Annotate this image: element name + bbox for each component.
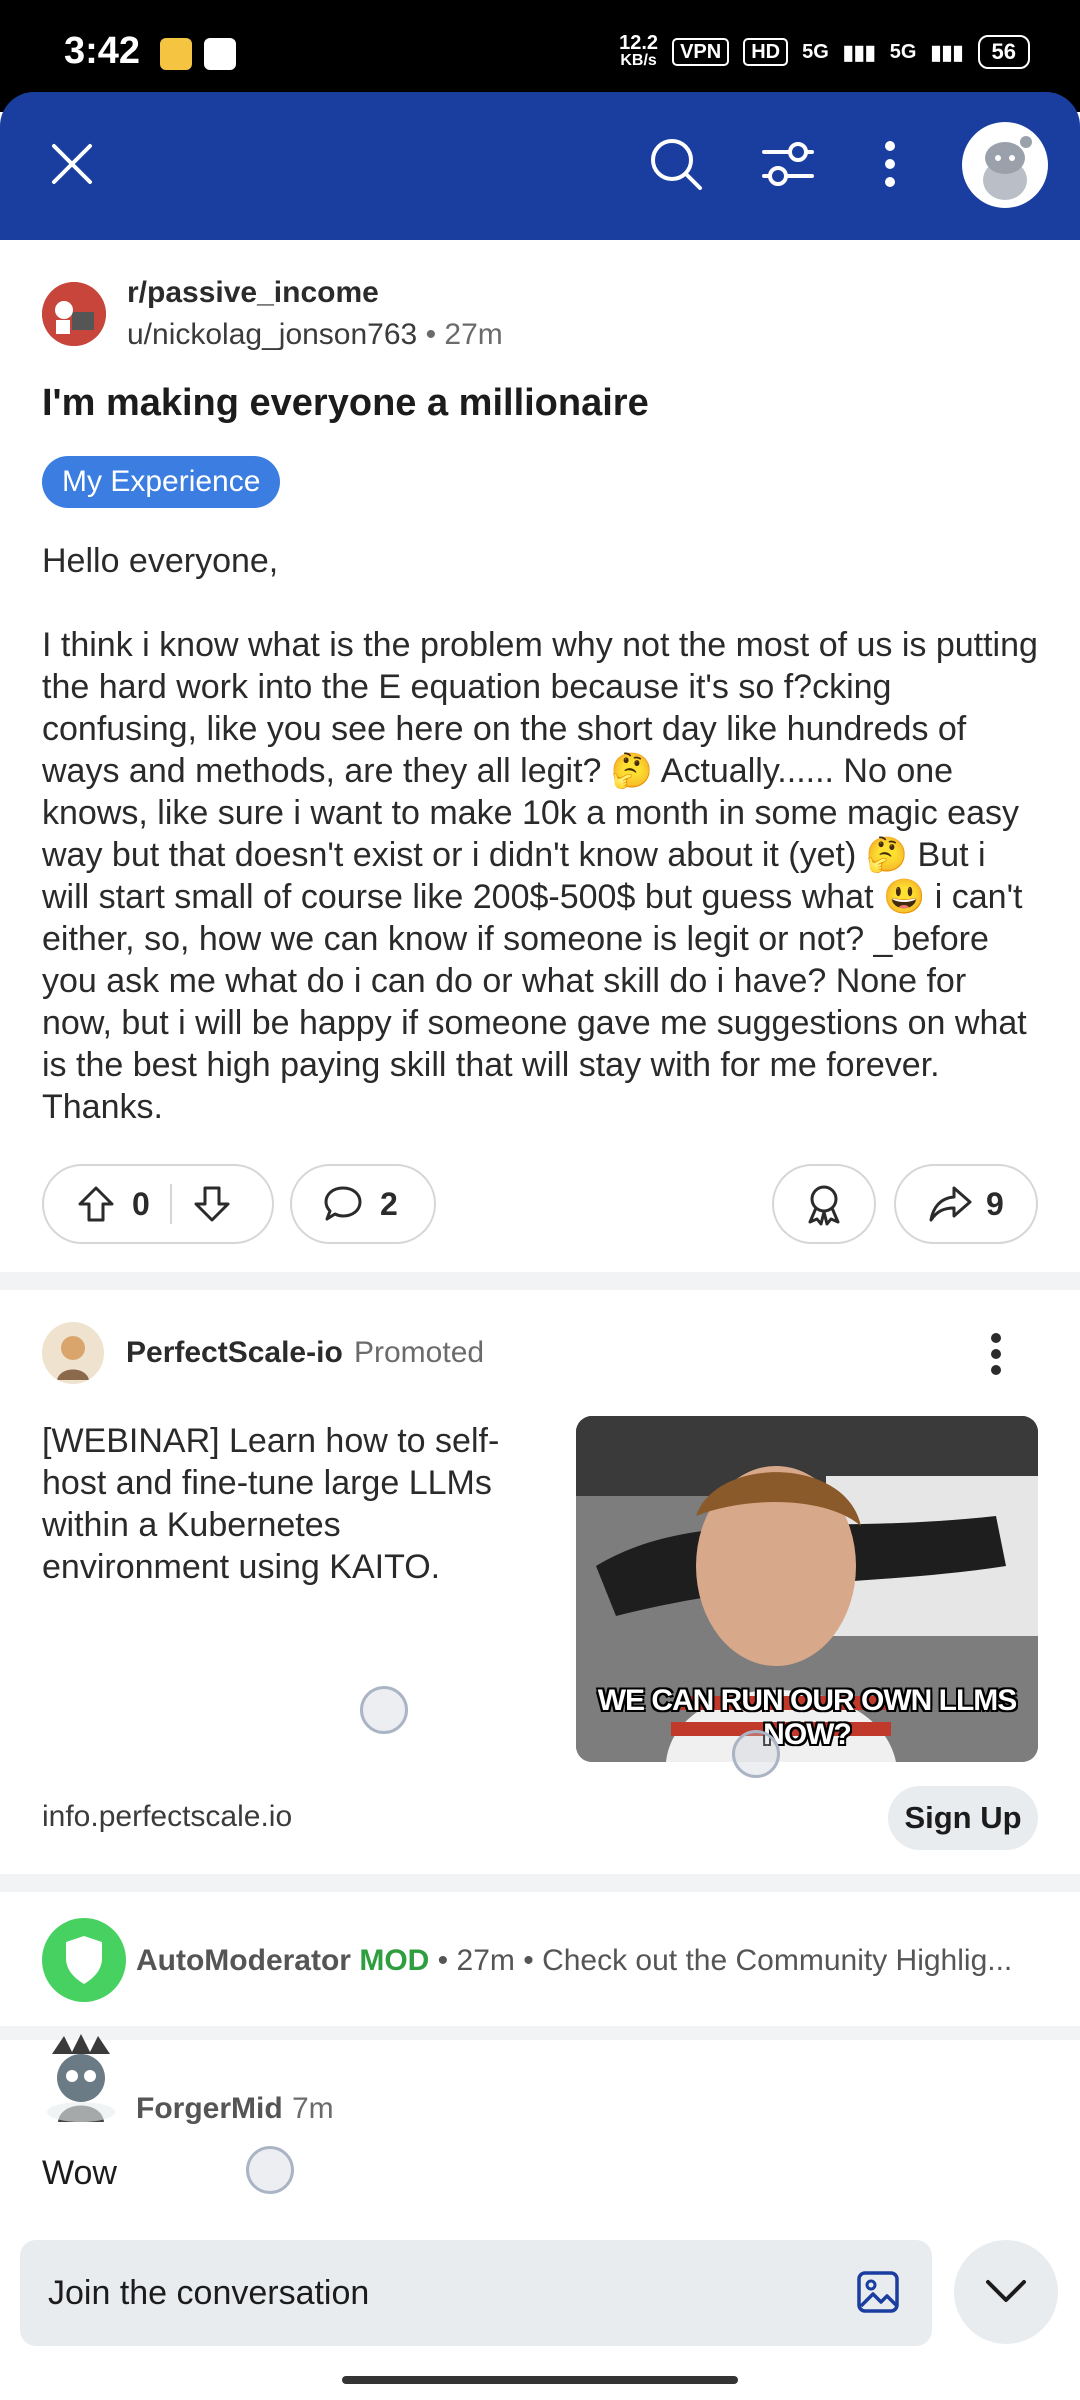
section-divider [0,1272,1080,1290]
separator-dot: • [523,1944,543,1977]
commenter-name[interactable]: ForgerMid [136,2092,283,2126]
mod-badge: MOD [359,1944,430,1977]
touch-indicator [360,1686,408,1734]
post-byline: u/nickolag_jonson763 • 27m [127,318,503,352]
subreddit-icon [42,282,106,346]
commenter-avatar[interactable] [42,2034,120,2124]
image-upload-icon[interactable] [856,2270,900,2314]
search-icon[interactable] [648,136,704,192]
close-icon[interactable] [50,142,94,186]
share-button[interactable]: 9 [894,1164,1038,1244]
sign-up-button[interactable]: Sign Up [888,1786,1038,1850]
top-app-bar [0,92,1080,240]
ad-image-caption: WE CAN RUN OUR OWN LLMS NOW? [597,1684,1018,1751]
separator-dot: • [437,1944,457,1977]
subreddit-avatar[interactable] [42,282,106,346]
status-time: 3:42 [64,30,141,72]
section-divider [0,1874,1080,1892]
comment-icon [324,1186,362,1221]
post-flair[interactable]: My Experience [42,456,281,508]
automod-comment-collapsed[interactable]: AutoModerator MOD • 27m • Check out the … [136,1944,1012,1978]
battery-indicator: 56 [977,35,1030,69]
post-title: I'm making everyone a millionaire [42,382,649,424]
vote-divider [169,1184,172,1224]
promoted-label: Promoted [354,1336,485,1369]
collapse-button[interactable] [954,2240,1058,2344]
advertiser-avatar[interactable] [42,1322,104,1384]
post-body: Hello everyone, I think i know what is t… [42,542,1038,1126]
share-icon [929,1186,972,1222]
signal-bars-icon: ▮▮▮ [930,41,964,64]
sort-filter-icon[interactable] [762,140,814,188]
chevron-down-icon [986,2280,1026,2302]
more-vertical-icon[interactable] [884,140,896,188]
downvote-icon[interactable] [192,1184,232,1224]
automod-snippet: Check out the Community Highlig... [542,1944,1013,1977]
award-button[interactable] [772,1164,876,1244]
share-count: 9 [986,1185,1004,1222]
touch-indicator [246,2146,294,2194]
ad-more-icon[interactable] [990,1332,1002,1376]
snoo-avatar-icon [983,136,1032,200]
comments-button[interactable]: 2 [290,1164,436,1244]
post-age: 27m [444,318,503,351]
upvote-icon[interactable] [76,1184,116,1224]
signal-bars-icon: ▮▮▮ [842,41,876,64]
comment-composer[interactable]: Join the conversation [20,2240,932,2346]
comment-text: Wow [42,2154,117,2192]
separator-dot: • [425,318,445,351]
comment-count: 2 [380,1185,398,1222]
shield-icon [66,1936,102,1984]
status-indicators: 12.2 KB/s VPN HD 5G ▮▮▮ 5G ▮▮▮ 56 [619,32,1030,70]
vote-pill: 0 [42,1164,274,1244]
section-divider [0,2026,1080,2040]
user-avatar[interactable] [962,122,1048,208]
advertiser-name[interactable]: PerfectScale-io [126,1336,343,1370]
ad-domain[interactable]: info.perfectscale.io [42,1800,292,1834]
mail-notification-icon [160,38,192,70]
network-speed: 12.2 KB/s [619,32,659,69]
vpn-indicator: VPN [672,38,730,66]
automoderator-avatar[interactable] [42,1918,126,2002]
vote-count: 0 [132,1185,150,1222]
signal-5g-2: 5G [889,40,917,63]
subreddit-name[interactable]: r/passive_income [127,276,379,310]
touch-indicator [732,1730,780,1778]
bottom-bar: Join the conversation [0,2222,1080,2400]
post-author[interactable]: u/nickolag_jonson763 [127,318,417,351]
signal-5g-1: 5G [802,40,829,63]
advertiser-icon [42,1322,104,1384]
comment-age: 7m [292,2092,334,2125]
automod-name[interactable]: AutoModerator [136,1944,351,1977]
ad-text[interactable]: [WEBINAR] Learn how to self-host and fin… [42,1420,512,1588]
home-indicator[interactable] [342,2376,738,2384]
hd-indicator: HD [743,38,789,66]
ad-image[interactable]: WE CAN RUN OUR OWN LLMS NOW? [576,1416,1038,1762]
award-icon [808,1185,840,1226]
composer-placeholder: Join the conversation [48,2274,370,2312]
app-notification-icon [204,38,236,70]
automod-age: 27m [456,1944,515,1977]
